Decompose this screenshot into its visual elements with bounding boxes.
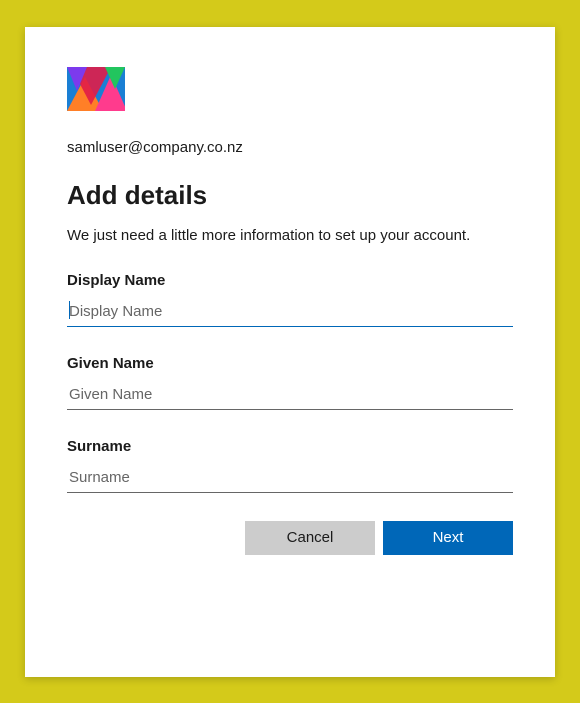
surname-input[interactable]	[67, 465, 513, 493]
given-name-label: Given Name	[67, 355, 513, 372]
account-email: samluser@company.co.nz	[67, 139, 513, 156]
brand-logo	[67, 67, 125, 111]
page-title: Add details	[67, 180, 513, 211]
field-surname: Surname	[67, 438, 513, 493]
field-given-name: Given Name	[67, 355, 513, 410]
display-name-label: Display Name	[67, 272, 513, 289]
display-name-input[interactable]	[67, 299, 513, 327]
page-subtitle: We just need a little more information t…	[67, 225, 513, 246]
next-button[interactable]: Next	[383, 521, 513, 555]
surname-label: Surname	[67, 438, 513, 455]
button-row: Cancel Next	[67, 521, 513, 555]
field-display-name: Display Name	[67, 272, 513, 327]
given-name-input[interactable]	[67, 382, 513, 410]
cancel-button[interactable]: Cancel	[245, 521, 375, 555]
signup-card: samluser@company.co.nz Add details We ju…	[25, 27, 555, 677]
